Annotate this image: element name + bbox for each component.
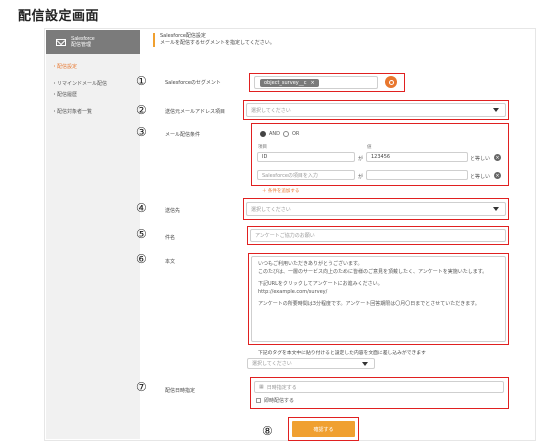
sidebar-header: Salesforce 配信管理 — [46, 30, 140, 54]
condition-ga-2: が — [358, 174, 364, 180]
immediate-checkbox[interactable] — [256, 398, 261, 403]
main-header: Salesforce配信設定 メールを配信するセグメントを指定してください。 — [153, 33, 275, 47]
or-label: OR — [292, 131, 300, 137]
sidebar-item-recipient-list[interactable]: ・配信対象者一覧 — [46, 109, 140, 116]
marker-8: ⑧ — [262, 424, 273, 438]
mail-icon — [56, 38, 66, 46]
sidebar-item-delivery-settings[interactable]: ・配信設定 — [46, 64, 140, 71]
tag-select-placeholder: 選択してください — [252, 361, 292, 367]
marker-5: ⑤ — [136, 227, 147, 241]
and-label: AND — [269, 131, 281, 137]
condition-op-1: と等しい — [470, 156, 491, 162]
schedule-input[interactable]: ▦ 日時指定する — [254, 381, 504, 393]
body-line-4: http://example.com/survey/ — [258, 288, 328, 295]
marker-6: ⑥ — [136, 252, 147, 266]
chevron-down-icon — [493, 108, 499, 112]
condition-item-1[interactable]: ID — [257, 152, 355, 162]
remove-condition-icon[interactable]: × — [494, 172, 501, 179]
body-line-2: このたびは、一層のサービス向上のために皆様のご意見を頂戴したく、アンケートを実施… — [258, 268, 488, 275]
segment-label: Salesforceのセグメント — [165, 80, 221, 86]
body-line-3: 下記URLをクリックしてアンケートにお進みください。 — [258, 281, 383, 287]
and-radio[interactable] — [260, 131, 266, 137]
close-icon[interactable]: × — [310, 80, 314, 86]
search-icon[interactable] — [385, 76, 397, 88]
schedule-label: 配信日時指定 — [165, 388, 196, 394]
sidebar: Salesforce 配信管理 ・配信設定 ・リマインドメール配信 ・配信履歴 … — [46, 30, 140, 439]
condition-item-2[interactable]: Salesforceの項目を入力 — [257, 170, 355, 180]
calendar-icon: ▦ — [259, 384, 264, 390]
marker-1: ① — [136, 74, 147, 88]
body-textarea[interactable]: いつもご利用いただきありがとうございます。 このたびは、一層のサービス向上のために… — [251, 256, 506, 342]
sender-placeholder: 選択してください — [251, 107, 291, 114]
segment-input[interactable]: object_survey__c × — [254, 76, 378, 89]
condition-value-2[interactable] — [366, 170, 468, 180]
body-label: 本文 — [165, 259, 176, 265]
condition-ga-1: が — [358, 156, 364, 162]
body-line-1: いつもご利用いただきありがとうございます。 — [258, 261, 363, 267]
tag-hint: 下記のタグを本文中に貼り付けると設定した内容を文面に差し込みができます — [258, 351, 426, 356]
col-value-header: 値 — [367, 145, 372, 150]
recipient-label: 送信先 — [165, 208, 181, 214]
segment-chip-label: object_survey__c — [264, 80, 307, 86]
remove-condition-icon[interactable]: × — [494, 154, 501, 161]
main-subtitle: メールを配信するセグメントを指定してください。 — [160, 40, 275, 46]
body-line-5: アンケートの所要時間は3分程度です。アンケート回答期限は〇月〇日までとさせていた… — [258, 301, 480, 307]
condition-op-2: と等しい — [470, 174, 491, 180]
main-title: Salesforce配信設定 — [160, 33, 206, 39]
conditions-label: メール配信条件 — [165, 132, 201, 138]
or-radio[interactable] — [283, 131, 289, 137]
marker-2: ② — [136, 103, 147, 117]
sidebar-header-line2: 配信管理 — [71, 42, 92, 48]
segment-chip: object_survey__c × — [260, 79, 319, 87]
tag-select[interactable]: 選択してください — [247, 358, 375, 369]
recipient-placeholder: 選択してください — [251, 206, 291, 213]
marker-7: ⑦ — [136, 380, 147, 394]
chevron-down-icon — [362, 361, 368, 366]
confirm-button[interactable]: 確認する — [292, 421, 355, 437]
subject-label: 件名 — [165, 235, 176, 241]
add-condition-link[interactable]: ＋ 条件を追加する — [262, 188, 299, 194]
immediate-label: 即時配信する — [264, 398, 295, 404]
recipient-select[interactable]: 選択してください — [246, 202, 506, 216]
page-title: 配信設定画面 — [18, 9, 100, 24]
sidebar-item-reminder-mail[interactable]: ・リマインドメール配信 — [46, 81, 126, 88]
chevron-down-icon — [493, 207, 499, 211]
marker-3: ③ — [136, 125, 147, 139]
sidebar-item-delivery-history[interactable]: ・配信履歴 — [46, 92, 140, 99]
subject-input[interactable]: アンケートご協力のお願い — [250, 229, 506, 242]
col-item-header: 項目 — [258, 145, 267, 150]
marker-4: ④ — [136, 201, 147, 215]
sender-label: 送信元メールアドレス項目 — [165, 109, 226, 115]
sender-select[interactable]: 選択してください — [246, 103, 506, 117]
condition-value-1[interactable]: 123456 — [366, 152, 468, 162]
schedule-placeholder: 日時指定する — [266, 384, 297, 391]
